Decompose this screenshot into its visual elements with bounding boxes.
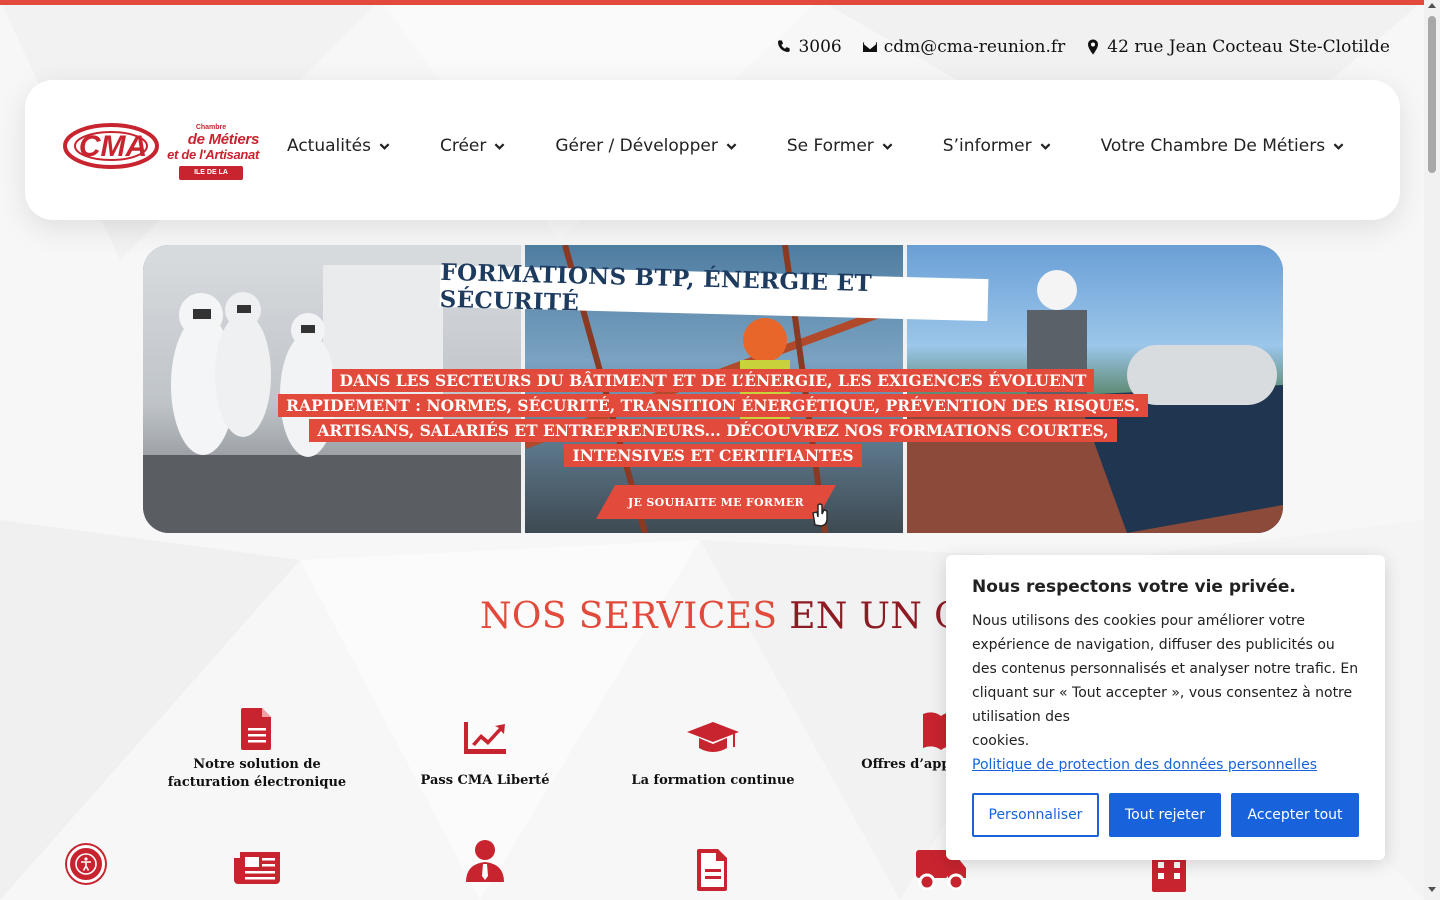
newspaper-icon <box>234 852 280 884</box>
nav-item-label: Actualités <box>287 136 371 156</box>
contact-bar: 3006 cdm@cma-reunion.fr 42 rue Jean Coct… <box>776 34 1390 60</box>
building-icon <box>1152 856 1186 892</box>
site-header: CMA Chambre de Métiers et de l'Artisanat… <box>25 80 1400 220</box>
site-logo[interactable]: CMA Chambre de Métiers et de l'Artisanat… <box>63 114 263 190</box>
customize-button[interactable]: Personnaliser <box>972 793 1099 837</box>
service-card[interactable] <box>613 849 813 891</box>
user-tie-icon <box>466 840 504 882</box>
accessibility-icon <box>75 853 97 875</box>
banner-cta-button[interactable]: JE SOUHAITE ME FORMER <box>596 485 836 519</box>
service-card[interactable]: Notre solution de facturation électroniq… <box>157 708 357 792</box>
scroll-down-arrow-icon[interactable] <box>1428 887 1436 892</box>
cookie-consent-dialog: Nous respectons votre vie privée. Nous u… <box>946 555 1385 860</box>
reject-all-button[interactable]: Tout rejeter <box>1108 793 1222 837</box>
service-label: Notre solution de facturation électroniq… <box>167 757 347 790</box>
nav-item-s-informer[interactable]: S’informer <box>943 136 1051 156</box>
banner-line: DANS LES SECTEURS DU BÂTIMENT ET DE L’ÉN… <box>331 369 1095 392</box>
scrollbar-thumb[interactable] <box>1428 16 1436 173</box>
banner-line: RAPIDEMENT : NORMES, SÉCURITÉ, TRANSITIO… <box>278 394 1148 417</box>
contact-address[interactable]: 42 rue Jean Cocteau Ste-Clotilde <box>1085 37 1390 57</box>
nav-item-label: Gérer / Développer <box>555 136 718 156</box>
phone-number: 3006 <box>798 37 842 57</box>
nav-item-actualites[interactable]: Actualités <box>287 136 390 156</box>
cookie-button-row: Personnaliser Tout rejeter Accepter tout <box>972 793 1359 837</box>
accessibility-button[interactable] <box>67 845 105 883</box>
top-accent-bar <box>0 0 1424 5</box>
nav-item-label: S’informer <box>942 136 1032 156</box>
banner-line: ARTISANS, SALARIÉS ET ENTREPRENEURS... D… <box>309 419 1117 442</box>
service-card[interactable] <box>385 840 585 882</box>
service-card[interactable]: Pass CMA Liberté <box>385 722 585 790</box>
cookie-title: Nous respectons votre vie privée. <box>972 577 1296 597</box>
chevron-down-icon <box>1040 142 1050 150</box>
cookie-body-text: Nous utilisons des cookies pour améliore… <box>972 613 1359 725</box>
service-card[interactable]: La formation continue <box>613 722 813 790</box>
nav-item-creer[interactable]: Créer <box>440 136 505 156</box>
contact-email[interactable]: cdm@cma-reunion.fr <box>862 37 1066 57</box>
logo-badge: ILE DE LA RÉUNION <box>179 166 243 190</box>
scroll-up-arrow-icon[interactable] <box>1428 3 1436 8</box>
nav-item-votre-chambre[interactable]: Votre Chambre De Métiers <box>1101 136 1345 156</box>
address-text: 42 rue Jean Cocteau Ste-Clotilde <box>1107 37 1390 57</box>
cma-logo-mark: CMA <box>63 123 159 169</box>
service-card[interactable] <box>1069 856 1269 892</box>
file-icon <box>697 849 727 891</box>
nav-item-se-former[interactable]: Se Former <box>787 136 893 156</box>
privacy-policy-link[interactable]: Politique de protection des données pers… <box>972 753 1317 777</box>
map-marker-icon <box>1088 39 1099 55</box>
chevron-down-icon <box>726 142 737 150</box>
chevron-down-icon <box>1333 142 1344 150</box>
banner-text-block: DANS LES SECTEURS DU BÂTIMENT ET DE L’ÉN… <box>143 369 1283 467</box>
accept-all-button[interactable]: Accepter tout <box>1231 793 1359 837</box>
hero-banner[interactable]: FORMATIONS BTP, ÉNERGIE ET SÉCURITÉ DANS… <box>143 245 1283 533</box>
cookie-body-text-end: cookies. <box>972 733 1030 749</box>
banner-line: INTENSIVES ET CERTIFIANTES <box>564 444 862 467</box>
nav-item-label: Se Former <box>786 136 874 156</box>
cookie-body: Nous utilisons des cookies pour améliore… <box>972 609 1362 777</box>
pointer-hand-icon <box>812 503 828 527</box>
chevron-down-icon <box>882 142 893 150</box>
phone-icon <box>778 40 791 52</box>
chevron-down-icon <box>494 142 505 150</box>
services-title-part1: NOS SERVICES <box>480 596 778 637</box>
chart-line-icon <box>464 722 506 754</box>
logo-mark-text: CMA <box>79 130 147 163</box>
contact-phone[interactable]: 3006 <box>776 37 842 57</box>
nav-item-label: Créer <box>439 136 487 156</box>
nav-item-gerer-developper[interactable]: Gérer / Développer <box>555 136 737 156</box>
page-scrollbar[interactable] <box>1424 0 1440 900</box>
logo-line-3: et de l'Artisanat <box>167 147 259 162</box>
chevron-down-icon <box>379 142 390 150</box>
email-address: cdm@cma-reunion.fr <box>883 37 1066 57</box>
main-nav: Actualités Créer Gérer / Développer Se F… <box>287 136 1344 156</box>
envelope-icon <box>862 42 877 52</box>
service-card[interactable] <box>157 852 357 884</box>
logo-line-2: de Métiers <box>187 131 260 148</box>
service-label: Pass CMA Liberté <box>420 773 550 788</box>
banner-title: FORMATIONS BTP, ÉNERGIE ET SÉCURITÉ <box>439 259 989 322</box>
logo-wordmark: Chambre de Métiers et de l'Artisanat ILE… <box>163 124 260 190</box>
service-label: La formation continue <box>631 773 795 788</box>
nav-item-label: Votre Chambre De Métiers <box>1100 136 1326 156</box>
graduation-cap-icon <box>687 722 739 752</box>
document-icon <box>241 708 271 750</box>
